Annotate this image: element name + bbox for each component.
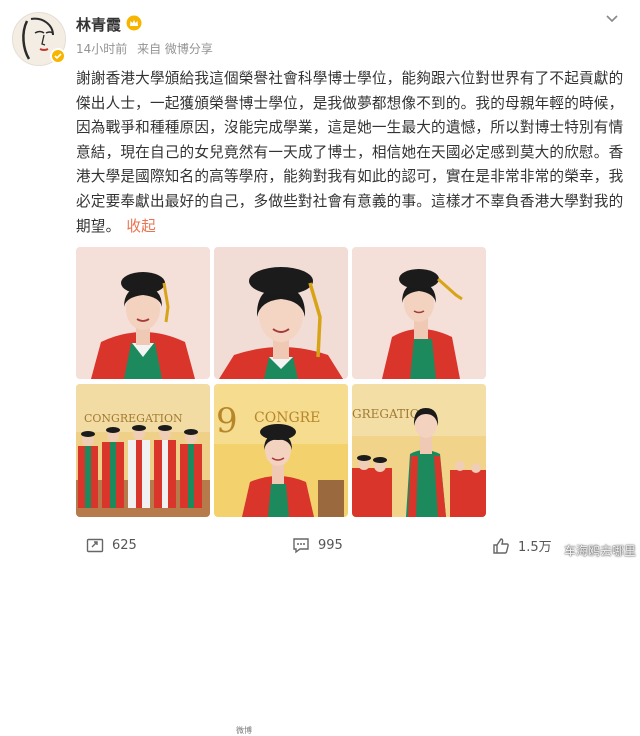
photo-grid: CONGREGATION 9 CONGRE GREGATION 微博 [76, 247, 486, 735]
post-time[interactable]: 14小时前 [76, 42, 127, 56]
photo-4-banner: CONGREGATION [84, 412, 183, 425]
chevron-down-icon[interactable] [604, 10, 620, 26]
photo-5[interactable]: 9 CONGRE [214, 384, 348, 517]
crown-icon [126, 15, 142, 31]
photo-1[interactable] [76, 247, 210, 379]
like-button[interactable]: 1.5万 [492, 536, 552, 555]
photo-4[interactable]: CONGREGATION [76, 384, 210, 517]
photo-5-banner: CONGRE [254, 410, 320, 426]
photo-2[interactable] [214, 247, 348, 379]
user-name[interactable]: 林青霞 [76, 14, 121, 35]
repost-count: 625 [112, 537, 137, 553]
comment-count: 995 [318, 537, 343, 553]
repost-button[interactable]: 625 [86, 536, 137, 554]
thumbs-up-icon [493, 537, 509, 554]
photo-6[interactable]: GREGATION [352, 384, 486, 517]
like-count: 1.5万 [518, 540, 552, 555]
comment-button[interactable]: 995 [292, 536, 343, 554]
comment-icon [293, 538, 309, 554]
repost-icon [86, 538, 104, 553]
post-meta: 14小时前 来自 微博分享 [76, 40, 219, 57]
post-text-container: 謝謝香港大學頒給我這個榮譽社會科學博士學位，能夠跟六位對世界有了不起貢獻的傑出人… [76, 67, 628, 239]
photo-3[interactable] [352, 247, 486, 379]
action-bar: 625 995 1.5万 [0, 530, 640, 565]
page-watermark: 车海鸥去哪里 [563, 544, 636, 558]
verified-badge-icon [50, 48, 66, 64]
collapse-link[interactable]: 收起 [126, 218, 156, 235]
photo-5-banner-number: 9 [216, 401, 238, 441]
photo-watermark: 微博 [236, 726, 252, 735]
post-text: 謝謝香港大學頒給我這個榮譽社會科學博士學位，能夠跟六位對世界有了不起貢獻的傑出人… [76, 70, 624, 235]
post-source: 来自 微博分享 [137, 42, 213, 56]
